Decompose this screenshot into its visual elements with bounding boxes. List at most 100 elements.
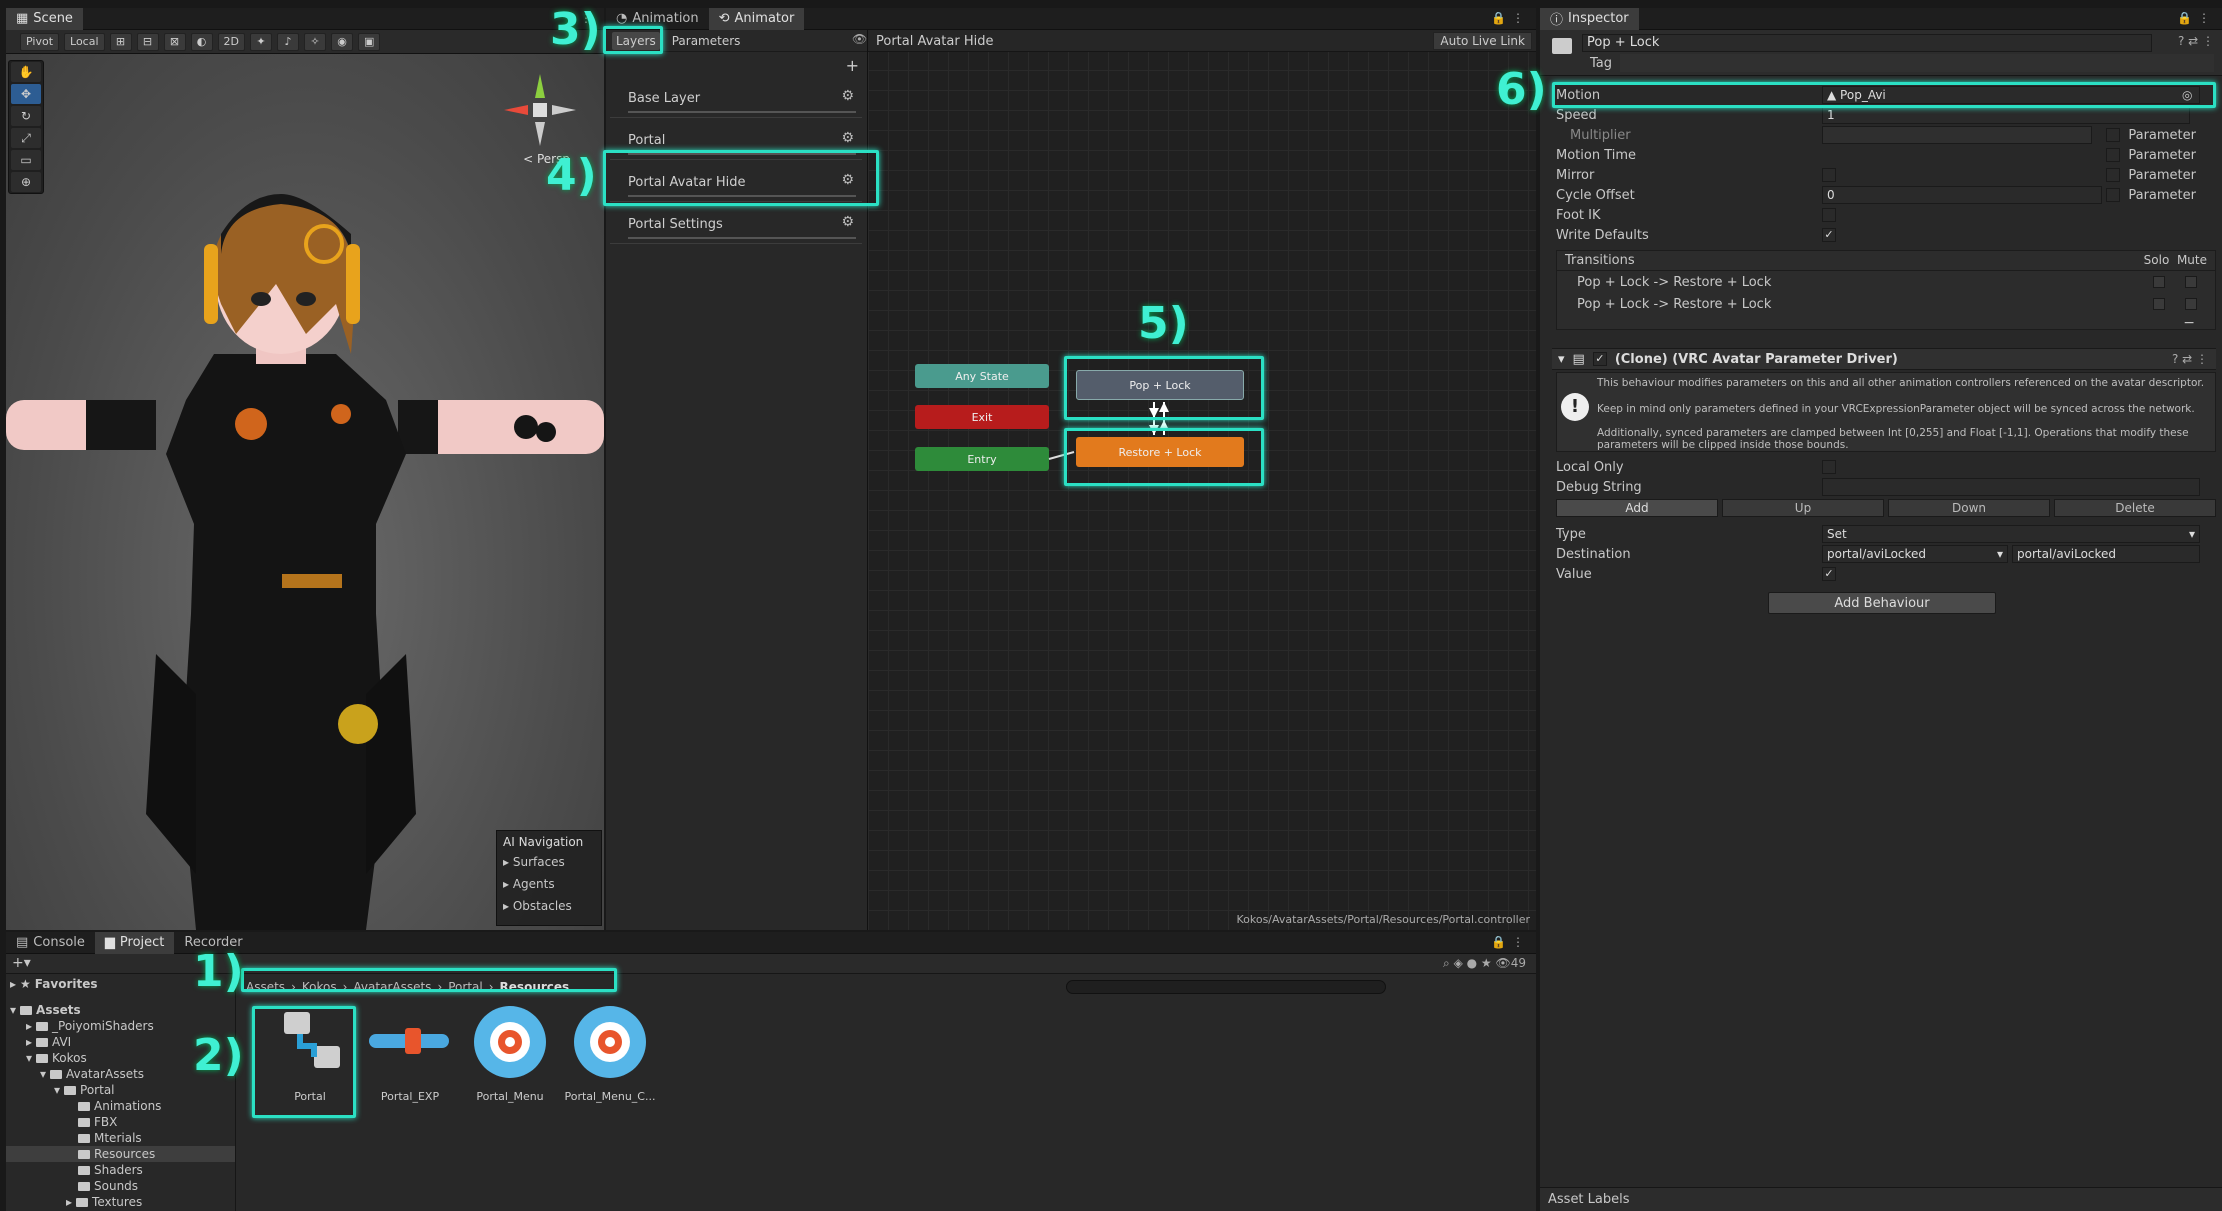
tree-item[interactable]: Sounds [6,1178,235,1194]
destination-text-field[interactable]: portal/aviLocked [2012,545,2200,563]
tree-item-assets[interactable]: ▾ Assets [6,1002,235,1018]
mirror-parameter[interactable]: Parameter [2106,168,2196,183]
solo-checkbox[interactable] [2153,298,2165,310]
mute-checkbox[interactable] [2185,298,2197,310]
scene-toolbar: Pivot Local ⊞ ⊟ ⊠ ◐ 2D ✦ ♪ ✧ ◉ ▣ [6,30,604,54]
asset-portal-menu[interactable]: Portal_Menu [462,1002,558,1114]
effects-icon[interactable]: ✧ [304,32,326,51]
cycle-offset-parameter[interactable]: Parameter [2106,188,2196,203]
tree-item-selected[interactable]: Resources [6,1146,235,1162]
tree-item[interactable]: ▾ Portal [6,1082,235,1098]
remove-transition-icon[interactable]: − [2183,315,2195,331]
highlight-motion-row [1552,82,2216,108]
cycle-offset-row: Cycle Offset 0 Parameter [1556,186,2196,204]
highlight-layers-tab [603,26,663,54]
visibility-icon[interactable]: ◉ [331,32,353,51]
tree-item[interactable]: FBX [6,1114,235,1130]
filter-icons[interactable]: ⌕ ◈ ● ★ 👁49 [1443,956,1526,971]
ai-nav-obstacles[interactable]: ▸ Obstacles [503,899,595,913]
foot-ik-checkbox[interactable] [1822,208,1836,222]
layer-portal-settings[interactable]: Portal Settings ⚙ [610,204,862,244]
gear-icon[interactable]: ⚙ [841,214,854,230]
component-enabled-checkbox[interactable]: ✓ [1592,352,1607,366]
up-button[interactable]: Up [1722,499,1884,517]
animator-icon: ⟲ [718,11,730,26]
type-dropdown[interactable]: Set ▾ [1822,525,2200,543]
mirror-checkbox[interactable] [1822,168,1836,182]
value-checkbox[interactable]: ✓ [1822,567,1836,581]
cycle-offset-field[interactable]: 0 [1822,186,2102,204]
ai-nav-surfaces[interactable]: ▸ Surfaces [503,855,595,869]
console-icon: ▤ [16,935,29,950]
increment-icon[interactable]: ⊠ [163,32,186,51]
shading-icon[interactable]: ◐ [190,32,213,51]
component-header[interactable]: ▾ ▤ ✓ (Clone) (VRC Avatar Parameter Driv… [1552,348,2216,370]
avatar-model[interactable] [6,54,604,930]
annotation-4: 4) [546,150,597,201]
asset-labels: Asset Labels [1540,1187,2222,1211]
ai-nav-agents[interactable]: ▸ Agents [503,877,595,891]
add-button[interactable]: Add [1556,499,1718,517]
highlight-breadcrumb [241,968,617,992]
layer-base[interactable]: Base Layer ⚙ [610,78,862,118]
pivot-dropdown[interactable]: Pivot [20,32,60,51]
tab-lock-icon[interactable]: 🔒⋮ [2177,11,2216,25]
transition-row[interactable]: Pop + Lock -> Restore + Lock [1557,271,2215,293]
lighting-icon[interactable]: ✦ [250,32,272,51]
write-defaults-row: Write Defaults ✓ [1556,225,2216,245]
menu-asset-icon [574,1006,646,1078]
local-only-checkbox[interactable] [1822,460,1836,474]
parameters-asset-icon [369,1028,449,1054]
destination-dropdown[interactable]: portal/aviLocked ▾ [1822,545,2008,563]
state-icon [1552,38,1572,54]
multiplier-parameter[interactable]: Parameter [2106,128,2196,143]
object-header: Pop + Lock ? ⇄ ⋮ Tag [1540,30,2222,76]
asset-portal-exp[interactable]: Portal_EXP [362,1002,458,1114]
grid-snap-icon[interactable]: ⊟ [136,32,159,51]
create-icon[interactable]: +▾ [12,955,31,971]
component-menu-icon[interactable]: ? ⇄ ⋮ [2172,352,2208,366]
tree-item[interactable]: ▸ Textures [6,1194,235,1210]
add-behaviour-button[interactable]: Add Behaviour [1768,592,1996,614]
chevron-down-icon: ▾ [2188,527,2195,541]
delete-button[interactable]: Delete [2054,499,2216,517]
snap-icon[interactable]: ⊞ [109,32,132,51]
tree-item[interactable]: Animations [6,1098,235,1114]
mode-2d-button[interactable]: 2D [217,32,245,51]
audio-icon[interactable]: ♪ [277,32,299,51]
mute-checkbox[interactable] [2185,276,2197,288]
tab-lock-icon[interactable]: 🔒⋮ [1491,11,1530,25]
down-button[interactable]: Down [1888,499,2050,517]
write-defaults-checkbox[interactable]: ✓ [1822,228,1836,242]
camera-icon[interactable]: ▣ [358,32,381,51]
debug-string-row: Debug String [1556,477,2216,497]
tab-lock-icon[interactable]: 🔒⋮ [1491,935,1530,949]
mirror-row: Mirror Parameter [1556,167,2196,183]
parameters-tab[interactable]: Parameters [668,32,745,50]
gear-icon[interactable]: ⚙ [841,88,854,104]
tree-item[interactable]: Shaders [6,1162,235,1178]
transition-row[interactable]: Pop + Lock -> Restore + Lock [1557,293,2215,315]
eye-icon[interactable]: 👁 [852,32,867,46]
search-input[interactable] [1066,980,1386,994]
gear-icon[interactable]: ⚙ [841,130,854,146]
multiplier-row: Multiplier Parameter [1570,126,2196,144]
scene-viewport[interactable]: ✋ ✥ ↻ ⤢ ▭ ⊕ < Persp AI Navigation ▸ Surf… [6,54,604,930]
solo-checkbox[interactable] [2153,276,2165,288]
tab-animator[interactable]: ⟲ Animator [708,8,805,30]
debug-string-field[interactable] [1822,478,2200,496]
tree-item[interactable]: Mterials [6,1130,235,1146]
add-layer-icon[interactable]: + [846,56,859,75]
tab-inspector[interactable]: ⓘ Inspector [1540,8,1639,30]
help-settings-icon[interactable]: ? ⇄ ⋮ [2178,34,2214,48]
asset-portal-menu-c[interactable]: Portal_Menu_C... [562,1002,658,1114]
local-dropdown[interactable]: Local [64,32,105,51]
tab-console[interactable]: ▤ Console [6,932,95,954]
speed-field[interactable]: 1 [1822,106,2190,124]
state-name-field[interactable]: Pop + Lock [1582,34,2152,52]
tab-project[interactable]: ▆ Project [94,932,175,954]
motion-time-parameter[interactable]: Parameter [2106,148,2196,163]
foldout-icon[interactable]: ▾ [1558,352,1565,367]
tag-field[interactable] [1620,54,2214,72]
tab-scene[interactable]: ▦ Scene [6,8,83,30]
